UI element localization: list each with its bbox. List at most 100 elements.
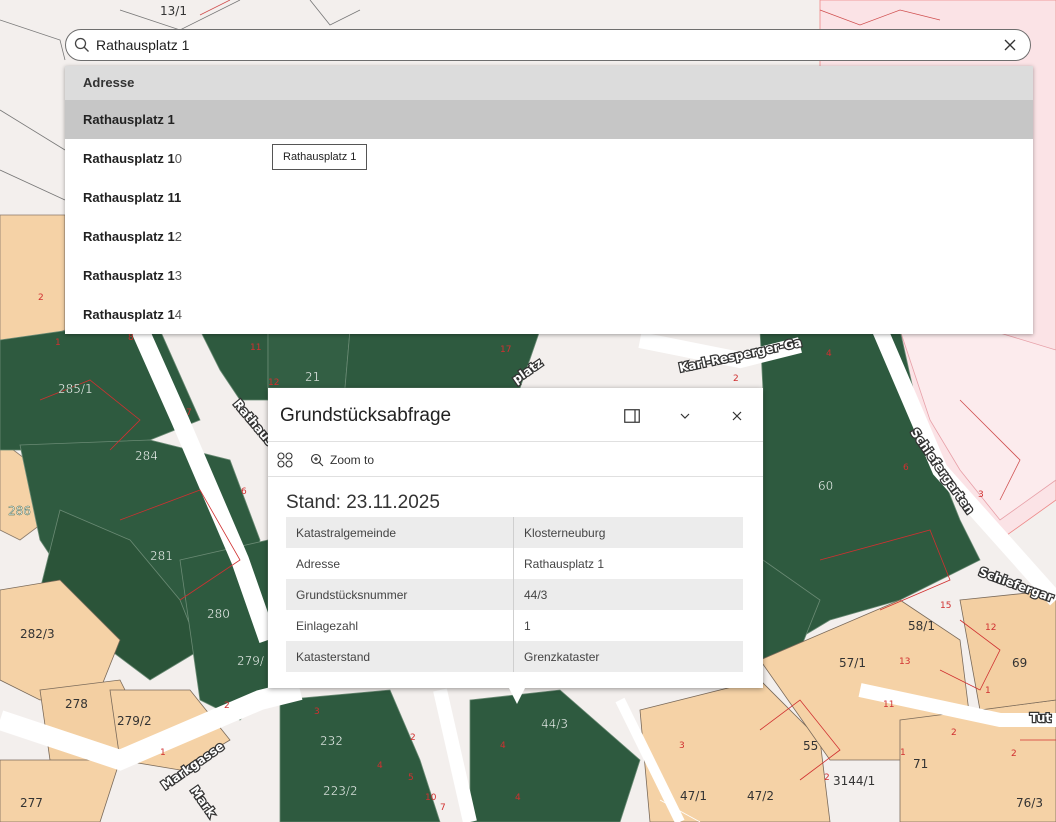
map-plot-label: 21	[305, 370, 320, 384]
suggestion-rest: 2	[174, 229, 182, 244]
map-parcel-beige	[0, 759, 121, 822]
map-parcel-number: 2	[824, 773, 830, 783]
map-area-beige	[0, 214, 66, 351]
map-parcel-number: 3	[314, 707, 320, 717]
suggestion-rest: 4	[174, 307, 182, 322]
suggestion-rest: 3	[174, 268, 182, 283]
suggestion-match: Rathausplatz 1	[83, 307, 175, 322]
suggestion-item[interactable]: Rathausplatz 14	[65, 295, 1033, 334]
map-parcel-number: 2	[1011, 749, 1017, 759]
close-icon	[1004, 39, 1016, 51]
map-parcel-number: 12	[985, 623, 996, 633]
attribute-table: Katastralgemeinde Klosterneuburg Adresse R…	[286, 517, 743, 672]
map-parcel-number: 15	[940, 601, 951, 611]
attribute-value: Klosterneuburg	[513, 517, 743, 548]
dock-icon	[624, 409, 640, 423]
search-input[interactable]	[90, 37, 996, 53]
search-suggestions: Adresse Rathausplatz 1 Rathausplatz 10 R…	[65, 66, 1033, 334]
map-plot-label: 279/2	[117, 714, 152, 728]
suggestion-match: Rathausplatz 1	[83, 268, 175, 283]
chevron-down-icon	[680, 413, 690, 419]
map-parcel-number: 2	[951, 728, 957, 738]
zoom-in-icon	[310, 453, 324, 467]
stand-date: Stand: 23.11.2025	[286, 492, 440, 513]
map-plot-label: 232	[320, 734, 343, 748]
map-parcel-number: 4	[500, 741, 506, 751]
map-plot-label: 284	[135, 449, 158, 463]
map-parcel-number: 13	[899, 657, 910, 667]
zoom-to-label: Zoom to	[330, 453, 375, 467]
map-parcel-number: 2	[38, 293, 44, 303]
map-plot-label: 223/2	[323, 784, 358, 798]
map-parcel-number: 4	[377, 761, 383, 771]
clear-search-button[interactable]	[996, 31, 1024, 59]
suggestion-item[interactable]: Rathausplatz 13	[65, 256, 1033, 295]
close-popup-button[interactable]	[725, 404, 749, 428]
search-icon	[74, 37, 89, 52]
map-parcel-number: 6	[241, 487, 247, 497]
map-plot-label: 76/3	[1016, 796, 1043, 810]
map-plot-label: 47/1	[680, 789, 707, 803]
map-plot-label: 279/	[237, 654, 265, 668]
suggestion-item[interactable]: Rathausplatz 1	[65, 100, 1033, 139]
map-plot-label: 281	[150, 549, 173, 563]
suggestion-match: Rathausplatz 1	[83, 190, 175, 205]
attribute-value: 44/3	[513, 579, 743, 610]
map-parcel-number: 10	[425, 793, 437, 803]
collapse-button[interactable]	[673, 404, 697, 428]
map-plot-label: 285/1	[58, 382, 93, 396]
attribute-key: Katasterstand	[286, 641, 514, 672]
attribute-key: Katastralgemeinde	[286, 517, 514, 548]
attribute-key: Grundstücksnummer	[286, 579, 514, 610]
table-row: Einlagezahl 1	[286, 610, 743, 641]
popup-title: Grundstücksabfrage	[280, 405, 452, 426]
attribute-value: Rathausplatz 1	[513, 548, 743, 579]
map-parcel-number: 2	[410, 733, 416, 743]
map-parcel-number: 4	[826, 349, 832, 359]
map-parcel-number: 1	[900, 748, 906, 758]
map-plot-label: 13/1	[160, 4, 187, 18]
attribute-value: Grenzkataster	[513, 641, 743, 672]
table-row: Katasterstand Grenzkataster	[286, 641, 743, 672]
attribute-key: Adresse	[286, 548, 514, 579]
suggestion-match: Rathausplatz 1	[83, 151, 175, 166]
suggestion-item[interactable]: Rathausplatz 11	[65, 178, 1033, 217]
suggestion-match: Rathausplatz 1	[83, 229, 175, 244]
search-box[interactable]	[65, 29, 1031, 61]
suggestion-group-header: Adresse	[65, 66, 1033, 100]
map-parcel-number: 4	[515, 793, 521, 803]
map-parcel-number: 1	[55, 338, 61, 348]
popup-pointer	[509, 688, 525, 704]
map-plot-label: 58/1	[908, 619, 935, 633]
map-plot-label: 71	[913, 757, 928, 771]
map-plot-label: 60	[818, 479, 833, 493]
zoom-to-button[interactable]: Zoom to	[310, 450, 374, 470]
map-plot-label: 55	[803, 739, 818, 753]
suggestion-item[interactable]: Rathausplatz 12	[65, 217, 1033, 256]
suggestion-rest: 0	[174, 151, 182, 166]
map-parcel-number: 8	[128, 333, 134, 343]
suggestion-item[interactable]: Rathausplatz 10	[65, 139, 1033, 178]
feature-popup: Grundstücksabfrage Zoom to Stand: 23.11.…	[268, 388, 763, 688]
map-parcel-number: 1	[160, 748, 166, 758]
map-parcel-number: 2	[733, 374, 739, 384]
close-icon	[732, 411, 742, 421]
dock-button[interactable]	[620, 404, 644, 428]
tooltip: Rathausplatz 1	[272, 144, 368, 170]
table-row: Katastralgemeinde Klosterneuburg	[286, 517, 743, 548]
map-parcel-number: 7	[440, 803, 446, 813]
attribute-key: Einlagezahl	[286, 610, 514, 641]
map-parcel-number: 12	[268, 378, 279, 388]
map-parcel-number: 11	[250, 343, 261, 353]
map-plot-label: 280	[207, 607, 230, 621]
map-parcel-number: 2	[224, 701, 230, 711]
map-street-label: Tut	[1030, 711, 1051, 725]
attribute-value: 1	[513, 610, 743, 641]
map-parcel-number: 7	[186, 408, 192, 418]
more-actions-icon[interactable]	[276, 451, 294, 469]
table-row: Adresse Rathausplatz 1	[286, 548, 743, 579]
map-parcel-number: 1	[985, 686, 991, 696]
popup-actions-bar: Zoom to	[268, 441, 763, 477]
map-plot-label: 44/3	[541, 717, 568, 731]
map-parcel-dark	[344, 329, 541, 389]
